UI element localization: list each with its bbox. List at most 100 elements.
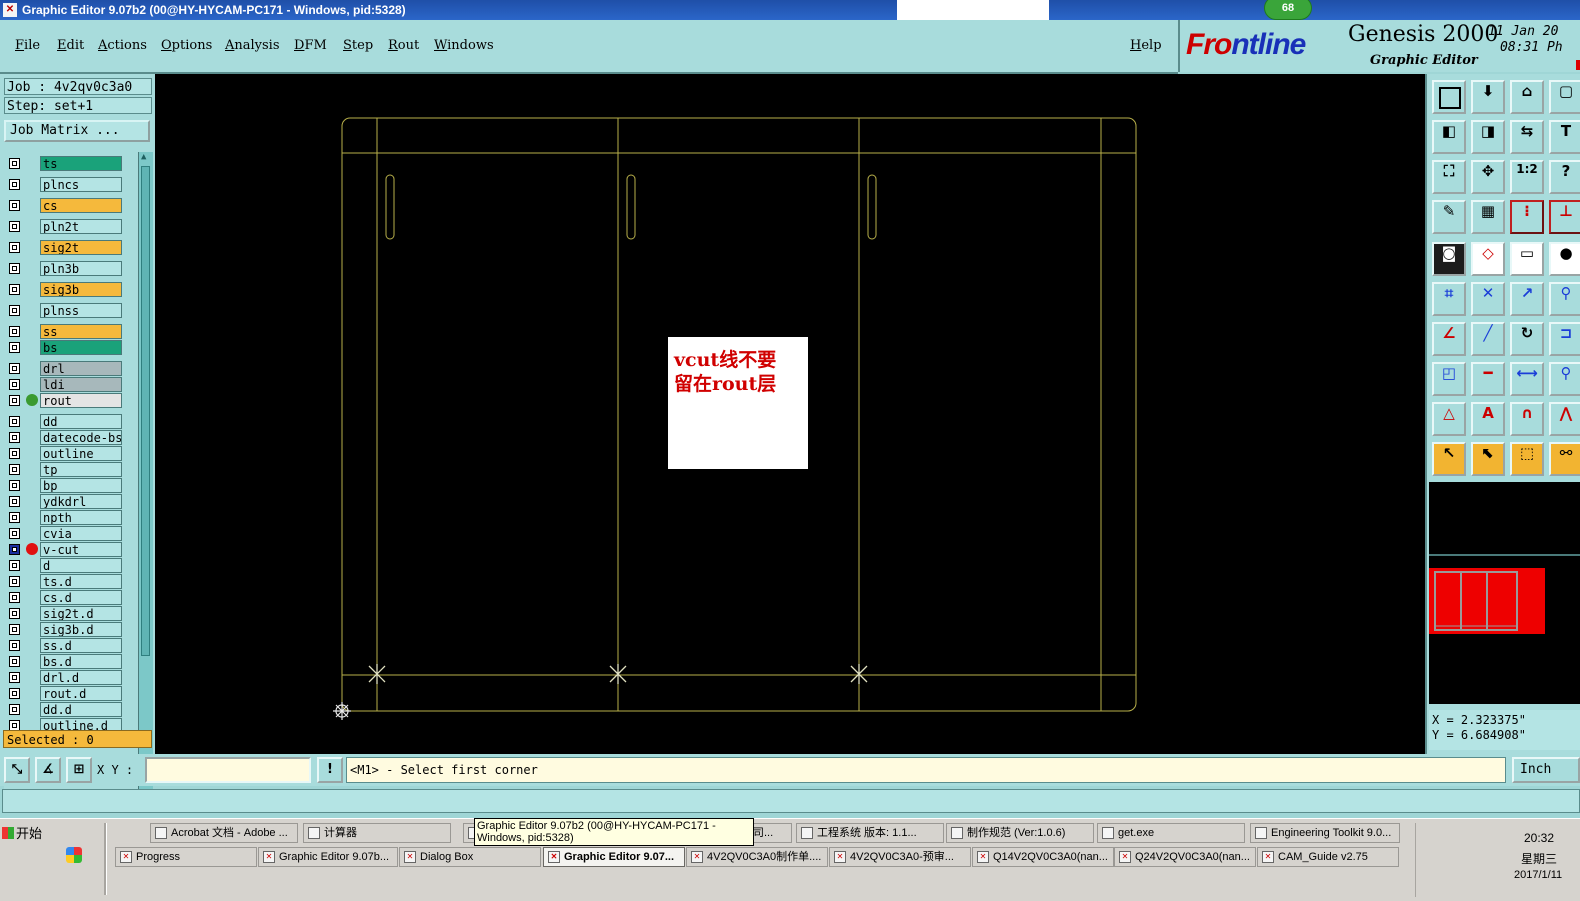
layer-checkbox[interactable] (9, 432, 20, 443)
layer-row[interactable]: ss (4, 324, 138, 339)
layer-checkbox[interactable] (9, 284, 20, 295)
layer-row[interactable]: drl.d (4, 670, 138, 685)
layer-name[interactable]: pln3b (40, 261, 122, 276)
taskbar-button[interactable]: ✕ Graphic Editor 9.07... (543, 847, 685, 867)
text-icon[interactable]: T (1549, 120, 1580, 154)
layer-row[interactable]: sig3b.d (4, 622, 138, 637)
menu-file[interactable]: File (15, 38, 40, 53)
layer-checkbox[interactable] (9, 263, 20, 274)
layer-row[interactable]: tp (4, 462, 138, 477)
layer-row[interactable]: npth (4, 510, 138, 525)
layer-name[interactable]: bs (40, 340, 122, 355)
menu-actions[interactable]: Actions (98, 38, 147, 53)
circle-fill-icon[interactable]: ● (1549, 242, 1580, 276)
move-node-icon[interactable]: ↗ (1510, 282, 1544, 316)
layer-row[interactable]: rout.d (4, 686, 138, 701)
layer-row[interactable]: datecode-bs (4, 430, 138, 445)
layer-row[interactable]: ydkdrl (4, 494, 138, 509)
taskbar-button[interactable]: ✕ 4V2QV0C3A0制作单.... (686, 847, 828, 867)
snap-corner-icon[interactable]: ⤡ (4, 757, 30, 783)
layer-checkbox[interactable] (9, 528, 20, 539)
layer-row[interactable]: outline (4, 446, 138, 461)
layer-name[interactable]: sig2t (40, 240, 122, 255)
menu-edit[interactable]: Edit (57, 38, 84, 53)
taskbar-button[interactable]: get.exe (1097, 823, 1245, 843)
layer-row[interactable]: cs (4, 198, 138, 213)
layer-name[interactable]: d (40, 558, 122, 573)
dimension-icon[interactable]: ⟷ (1510, 362, 1544, 396)
layer-checkbox[interactable] (9, 576, 20, 587)
pointer-icon[interactable]: ↖ (1432, 442, 1466, 476)
layer-row[interactable]: plncs (4, 177, 138, 192)
scroll-thumb[interactable] (141, 166, 150, 656)
menu-step[interactable]: Step (343, 38, 373, 53)
layer-checkbox[interactable] (9, 640, 20, 651)
measure-icon[interactable]: ⊥ (1549, 200, 1580, 234)
layer-checkbox[interactable] (9, 326, 20, 337)
line-icon[interactable]: ╱ (1471, 322, 1505, 356)
layer-checkbox[interactable] (9, 464, 20, 475)
layer-row[interactable]: pln2t (4, 219, 138, 234)
job-matrix-button[interactable]: Job Matrix ... (4, 120, 150, 142)
layer-name[interactable]: dd.d (40, 702, 122, 717)
zoom-area-icon[interactable]: ⚲ (1549, 362, 1580, 396)
select-icon[interactable]: ⬉ (1471, 442, 1505, 476)
layer-name[interactable]: ts (40, 156, 122, 171)
layer-name[interactable]: plnss (40, 303, 122, 318)
taskbar-button[interactable]: ✕ Q14V2QV0C3A0(nan... (972, 847, 1114, 867)
layer-name[interactable]: pln2t (40, 219, 122, 234)
layer-name[interactable]: cs.d (40, 590, 122, 605)
layer-row[interactable]: ts (4, 156, 138, 171)
layer-name[interactable]: ss.d (40, 638, 122, 653)
layer-name[interactable]: plncs (40, 177, 122, 192)
taskbar-button[interactable]: ✕ Dialog Box (399, 847, 541, 867)
angle-icon[interactable]: ∠ (1432, 322, 1466, 356)
select-chain-icon[interactable]: ⚯ (1549, 442, 1580, 476)
ruler-icon[interactable]: ▭ (1510, 242, 1544, 276)
layer-checkbox[interactable] (9, 624, 20, 635)
notification-badge[interactable]: 68 (1264, 0, 1312, 20)
bracket-icon[interactable]: ⊐ (1549, 322, 1580, 356)
menu-analysis[interactable]: Analysis (225, 38, 280, 53)
layer-checkbox[interactable] (9, 704, 20, 715)
layer-row[interactable]: dd.d (4, 702, 138, 717)
taskbar-button[interactable]: ✕ CAM_Guide v2.75 (1257, 847, 1399, 867)
taskbar-button[interactable]: ✕ Graphic Editor 9.07b... (258, 847, 398, 867)
palette-icon[interactable]: ✎ (1432, 200, 1466, 234)
layer-name[interactable]: rout (40, 393, 122, 408)
layer-row[interactable]: bs (4, 340, 138, 355)
layer-checkbox[interactable] (9, 480, 20, 491)
layer-checkbox[interactable] (9, 608, 20, 619)
tray-clock[interactable]: 20:32 (1524, 831, 1554, 845)
layer-row[interactable]: sig2t.d (4, 606, 138, 621)
menu-help[interactable]: Help (1130, 38, 1162, 53)
layer-name[interactable]: sig3b (40, 282, 122, 297)
grid-snap-icon[interactable]: ⊞ (66, 757, 92, 783)
layer-row[interactable]: d (4, 558, 138, 573)
taskbar-button[interactable]: Acrobat 文档 - Adobe ... (150, 823, 298, 843)
layer-checkbox[interactable] (9, 342, 20, 353)
help-query-icon[interactable]: ? (1549, 160, 1580, 194)
overview-minimap[interactable] (1429, 568, 1545, 634)
arc-icon[interactable]: ↻ (1510, 322, 1544, 356)
exclamation-icon[interactable]: ! (317, 757, 343, 783)
grid-icon[interactable]: ▦ (1471, 200, 1505, 234)
corner-icon[interactable]: ◰ (1432, 362, 1466, 396)
layer-checkbox[interactable] (9, 221, 20, 232)
start-button[interactable]: 开始 (2, 823, 50, 845)
swap-icon[interactable]: ⇆ (1510, 120, 1544, 154)
layer-checkbox[interactable] (9, 656, 20, 667)
layer-name[interactable]: cs (40, 198, 122, 213)
layer-checkbox[interactable] (9, 242, 20, 253)
layer-checkbox[interactable] (9, 363, 20, 374)
layer-name[interactable]: bp (40, 478, 122, 493)
layer-row[interactable]: bs.d (4, 654, 138, 669)
layer-name[interactable]: bs.d (40, 654, 122, 669)
menu-options[interactable]: Options (161, 38, 212, 53)
scroll-up-icon[interactable]: ▲ (141, 152, 146, 162)
layer-row[interactable]: pln3b (4, 261, 138, 276)
layer-row[interactable]: ldi (4, 377, 138, 392)
layer-checkbox[interactable] (9, 592, 20, 603)
layer-checkbox[interactable] (9, 200, 20, 211)
layer-name[interactable]: drl (40, 361, 122, 376)
